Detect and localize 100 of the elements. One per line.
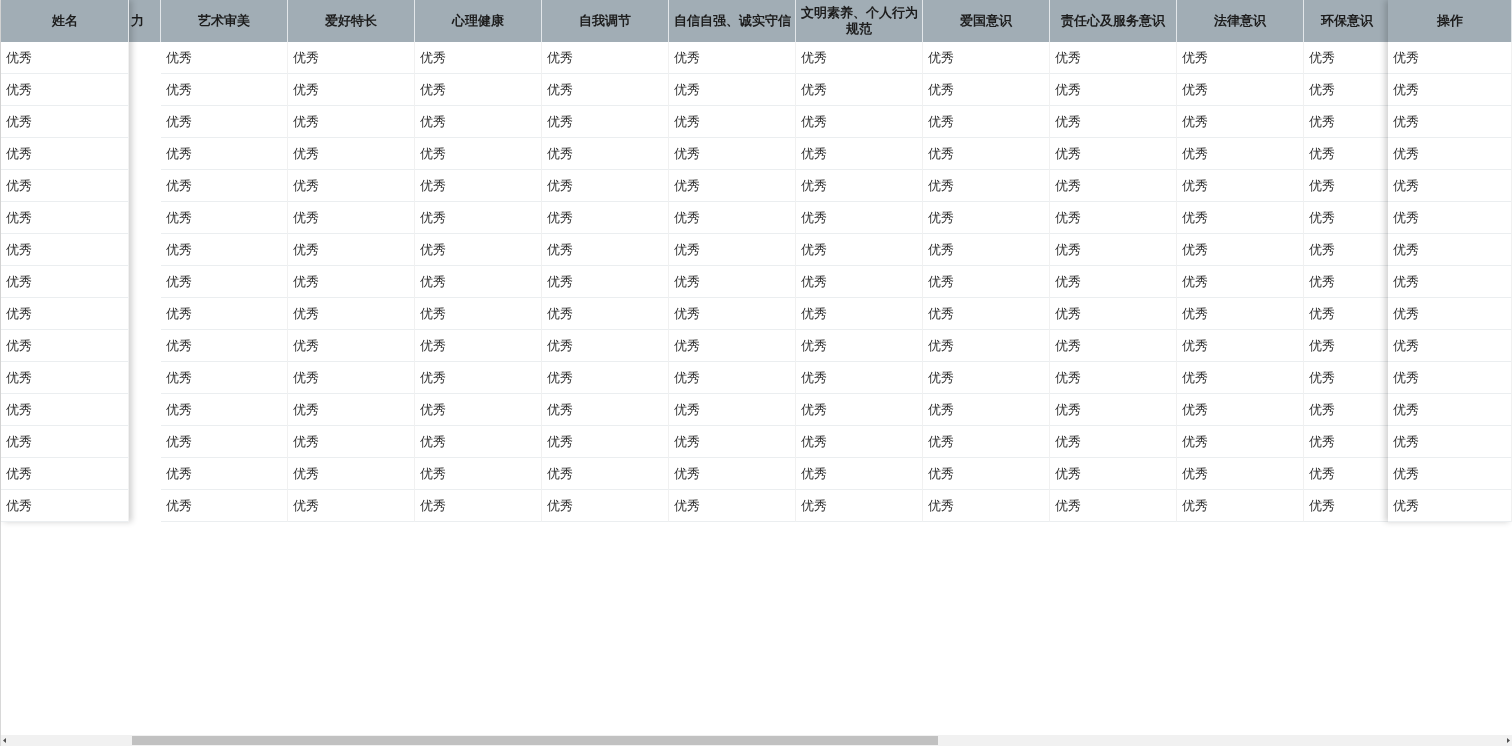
table-cell: 优秀	[161, 394, 288, 426]
table-cell: 优秀	[542, 330, 669, 362]
table-cell: 优秀	[796, 202, 923, 234]
table-cell: 优秀	[1177, 74, 1304, 106]
table-cell: 优秀	[1388, 138, 1512, 170]
table-cell: 优秀	[288, 138, 415, 170]
table-cell: 优秀	[1388, 394, 1512, 426]
table-cell: 优秀	[1177, 106, 1304, 138]
column-header: 艺术审美	[161, 0, 288, 42]
table-cell: 优秀	[923, 266, 1050, 298]
table-cell: 优秀	[1388, 170, 1512, 202]
table-cell: 优秀	[415, 458, 542, 490]
table-cell: 优秀	[669, 426, 796, 458]
column-header: 力	[129, 0, 161, 42]
table-cell: 优秀	[669, 106, 796, 138]
table-cell: 优秀	[415, 170, 542, 202]
table-cell: 优秀	[161, 266, 288, 298]
table-cell: 优秀	[542, 106, 669, 138]
table-cell: 优秀	[415, 330, 542, 362]
column-header: 心理健康	[415, 0, 542, 42]
table-cell: 优秀	[1388, 74, 1512, 106]
table-cell: 优秀	[161, 202, 288, 234]
table-cell: 优秀	[669, 266, 796, 298]
table-cell: 优秀	[796, 362, 923, 394]
table-cell: 优秀	[161, 298, 288, 330]
table-cell: 优秀	[923, 330, 1050, 362]
table-cell: 优秀	[1050, 170, 1177, 202]
column-header: 姓名	[1, 0, 129, 42]
table-cell: 优秀	[288, 234, 415, 266]
table-cell: 优秀	[923, 394, 1050, 426]
table-cell: 优秀	[542, 458, 669, 490]
table-cell: 优秀	[669, 138, 796, 170]
column-header: 环保意识	[1304, 0, 1388, 42]
table-cell: 优秀	[1050, 202, 1177, 234]
table-cell: 优秀	[923, 106, 1050, 138]
table-cell: 优秀	[1050, 490, 1177, 522]
table-cell: 优秀	[542, 490, 669, 522]
table-cell: 优秀	[161, 234, 288, 266]
table-cell: 优秀	[923, 234, 1050, 266]
table-cell: 优秀	[288, 106, 415, 138]
table-cell: 优秀	[1050, 298, 1177, 330]
table-cell: 优秀	[669, 362, 796, 394]
table-cell: 优秀	[542, 138, 669, 170]
table-cell: 优秀	[1050, 330, 1177, 362]
table-cell: 优秀	[923, 458, 1050, 490]
table-cell: 优秀	[542, 74, 669, 106]
column-header: 自我调节	[542, 0, 669, 42]
table-cell: 优秀	[161, 74, 288, 106]
table-cell: 优秀	[542, 266, 669, 298]
table-cell: 优秀	[415, 490, 542, 522]
table-cell: 优秀	[1177, 490, 1304, 522]
table-cell: 优秀	[288, 394, 415, 426]
table-cell: 优秀	[1050, 42, 1177, 74]
table-cell: 优秀	[1050, 394, 1177, 426]
table-cell: 优秀	[1177, 266, 1304, 298]
table-cell: 优秀	[415, 266, 542, 298]
table-cell: 优秀	[288, 266, 415, 298]
table-cell: 优秀	[415, 298, 542, 330]
table-cell: 优秀	[1388, 426, 1512, 458]
table-cell: 优秀	[1050, 138, 1177, 170]
table-cell: 优秀	[288, 362, 415, 394]
table-cell: 优秀	[1177, 426, 1304, 458]
scroll-left-icon[interactable]	[1, 735, 8, 746]
table-cell: 优秀	[288, 426, 415, 458]
table-cell: 优秀	[1388, 234, 1512, 266]
table-cell: 优秀	[542, 298, 669, 330]
column-header: 责任心及服务意识	[1050, 0, 1177, 42]
table-cell: 优秀	[1388, 42, 1512, 74]
table-cell: 优秀	[288, 458, 415, 490]
table-cell: 优秀	[542, 426, 669, 458]
table-cell: 优秀	[669, 490, 796, 522]
table-cell: 优秀	[415, 362, 542, 394]
table-cell: 优秀	[288, 298, 415, 330]
scroll-right-icon[interactable]	[1505, 735, 1512, 746]
table-cell: 优秀	[796, 266, 923, 298]
table-cell: 优秀	[288, 202, 415, 234]
table-cell: 优秀	[542, 362, 669, 394]
table-cell: 优秀	[796, 74, 923, 106]
table-cell: 优秀	[415, 426, 542, 458]
table-cell: 优秀	[669, 394, 796, 426]
scrollbar-thumb[interactable]	[132, 736, 938, 745]
table-cell: 优秀	[1050, 106, 1177, 138]
table-cell: 优秀	[1177, 138, 1304, 170]
table-cell: 优秀	[1177, 298, 1304, 330]
table-cell: 优秀	[923, 170, 1050, 202]
table-cell: 优秀	[923, 490, 1050, 522]
column-header: 操作	[1388, 0, 1512, 42]
table-cell: 优秀	[415, 202, 542, 234]
table-cell: 优秀	[161, 330, 288, 362]
table-cell: 优秀	[161, 170, 288, 202]
table-cell: 优秀	[1177, 234, 1304, 266]
table-cell: 优秀	[415, 74, 542, 106]
table-cell: 优秀	[542, 42, 669, 74]
table-cell: 优秀	[542, 394, 669, 426]
table-cell: 优秀	[1050, 426, 1177, 458]
column-header: 爱好特长	[288, 0, 415, 42]
table-cell: 优秀	[796, 330, 923, 362]
table-cell: 优秀	[669, 74, 796, 106]
table-cell: 优秀	[1388, 330, 1512, 362]
column-header: 爱国意识	[923, 0, 1050, 42]
